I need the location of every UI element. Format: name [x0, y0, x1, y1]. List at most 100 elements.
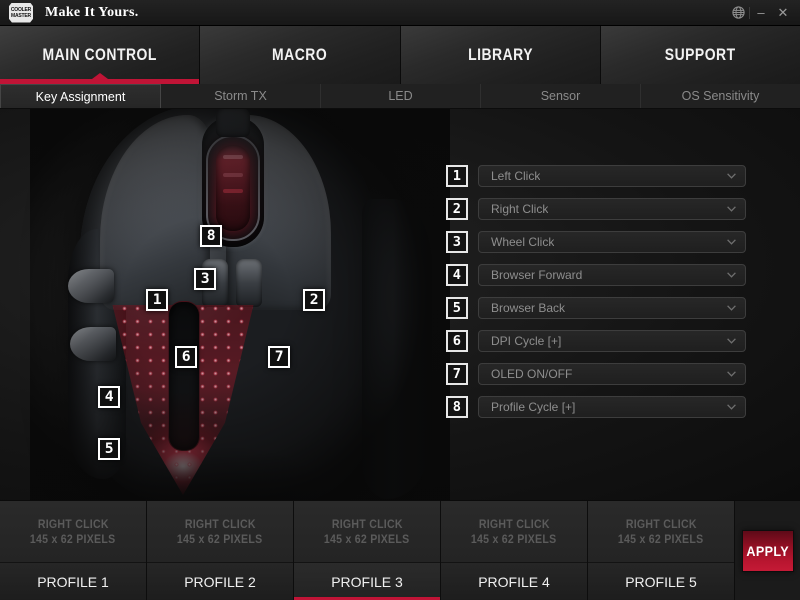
pin-number: 3: [200, 271, 210, 287]
mouse-right-edge: [362, 199, 432, 499]
mouse-pin-6[interactable]: 6: [175, 346, 197, 368]
tab-macro[interactable]: MACRO: [200, 26, 401, 84]
chevron-down-icon: [727, 338, 736, 344]
subtab-os-sensitivity[interactable]: OS Sensitivity: [641, 84, 800, 108]
main-content-area: 12345678 1 Left Click 2 Right Click 3 Wh…: [0, 109, 800, 500]
profile-slot-3[interactable]: RIGHT CLICK 145 x 62 PIXELS PROFILE 3: [294, 501, 441, 600]
pin-number: 4: [104, 389, 114, 405]
profile-thumb-hint-line2: 145 x 62 PIXELS: [177, 531, 263, 546]
sub-tab-bar: Key Assignment Storm TX LED Sensor OS Se…: [0, 84, 800, 109]
subtab-key-assignment[interactable]: Key Assignment: [0, 84, 161, 108]
assignment-badge-1: 1: [446, 165, 468, 187]
assignment-badge-6: 6: [446, 330, 468, 352]
apply-button[interactable]: APPLY: [741, 529, 794, 572]
profile-thumbnail-3[interactable]: RIGHT CLICK 145 x 62 PIXELS: [294, 501, 440, 563]
globe-icon[interactable]: [727, 0, 749, 26]
assignment-value-3: Wheel Click: [491, 235, 555, 249]
subtab-storm-tx[interactable]: Storm TX: [161, 84, 321, 108]
subtab-sensor[interactable]: Sensor: [481, 84, 641, 108]
badge-number: 7: [452, 366, 462, 382]
assignment-value-7: OLED ON/OFF: [491, 367, 573, 381]
profile-thumb-hint-line2: 145 x 62 PIXELS: [618, 531, 704, 546]
minimize-button[interactable]: –: [750, 0, 772, 26]
profile-slot-1[interactable]: RIGHT CLICK 145 x 62 PIXELS PROFILE 1: [0, 501, 147, 600]
assignment-row: 7 OLED ON/OFF: [446, 363, 746, 385]
assignment-dropdown-2[interactable]: Right Click: [478, 198, 746, 220]
profile-thumb-hint-line1: RIGHT CLICK: [331, 516, 403, 531]
cooler-master-logo-icon: COOLER MASTER: [9, 2, 33, 23]
mouse-pin-7[interactable]: 7: [268, 346, 290, 368]
chevron-down-icon: [727, 371, 736, 377]
profile-name-1[interactable]: PROFILE 1: [0, 563, 146, 600]
profile-thumb-hint-line2: 145 x 62 PIXELS: [324, 531, 410, 546]
assignment-row: 6 DPI Cycle [+]: [446, 330, 746, 352]
mouse-pin-4[interactable]: 4: [98, 386, 120, 408]
mouse-side-button-5: [70, 327, 116, 361]
mouse-center-slot: [168, 301, 200, 451]
profile-thumb-hint-line1: RIGHT CLICK: [478, 516, 550, 531]
profile-thumbnail-5[interactable]: RIGHT CLICK 145 x 62 PIXELS: [588, 501, 734, 563]
key-assignment-list: 1 Left Click 2 Right Click 3 Wheel Click…: [446, 165, 746, 429]
assignment-dropdown-5[interactable]: Browser Back: [478, 297, 746, 319]
profile-name-4[interactable]: PROFILE 4: [441, 563, 587, 600]
badge-number: 5: [452, 300, 462, 316]
badge-number: 8: [452, 399, 462, 415]
assignment-value-4: Browser Forward: [491, 268, 583, 282]
subtab-led[interactable]: LED: [321, 84, 481, 108]
profile-thumb-hint-line2: 145 x 62 PIXELS: [30, 531, 116, 546]
chevron-down-icon: [727, 206, 736, 212]
mouse-pin-3[interactable]: 3: [194, 268, 216, 290]
assignment-dropdown-6[interactable]: DPI Cycle [+]: [478, 330, 746, 352]
assignment-value-1: Left Click: [491, 169, 541, 183]
apply-button-label: APPLY: [746, 542, 789, 559]
mouse-pin-8[interactable]: 8: [200, 225, 222, 247]
profile-thumbnail-4[interactable]: RIGHT CLICK 145 x 62 PIXELS: [441, 501, 587, 563]
chevron-down-icon: [727, 272, 736, 278]
window-controls: – ✕: [727, 0, 800, 26]
assignment-value-2: Right Click: [491, 202, 549, 216]
assignment-row: 8 Profile Cycle [+]: [446, 396, 746, 418]
assignment-dropdown-3[interactable]: Wheel Click: [478, 231, 746, 253]
assignment-row: 2 Right Click: [446, 198, 746, 220]
profile-slot-2[interactable]: RIGHT CLICK 145 x 62 PIXELS PROFILE 2: [147, 501, 294, 600]
badge-number: 6: [452, 333, 462, 349]
profile-slot-4[interactable]: RIGHT CLICK 145 x 62 PIXELS PROFILE 4: [441, 501, 588, 600]
assignment-badge-5: 5: [446, 297, 468, 319]
close-button[interactable]: ✕: [772, 0, 794, 26]
profile-name-5[interactable]: PROFILE 5: [588, 563, 734, 600]
assignment-dropdown-4[interactable]: Browser Forward: [478, 264, 746, 286]
pin-number: 7: [274, 349, 284, 365]
pin-number: 2: [309, 292, 319, 308]
assignment-row: 1 Left Click: [446, 165, 746, 187]
application-window: COOLER MASTER Make It Yours. – ✕ MAIN CO…: [0, 0, 800, 600]
app-title: Make It Yours.: [45, 4, 139, 20]
profile-name-2[interactable]: PROFILE 2: [147, 563, 293, 600]
title-bar: COOLER MASTER Make It Yours. – ✕: [0, 0, 800, 26]
mouse-dpi-button-right: [236, 259, 262, 307]
assignment-row: 3 Wheel Click: [446, 231, 746, 253]
chevron-down-icon: [727, 173, 736, 179]
tab-library[interactable]: LIBRARY: [400, 26, 601, 84]
tab-main-control-label: MAIN CONTROL: [42, 45, 157, 64]
assignment-dropdown-7[interactable]: OLED ON/OFF: [478, 363, 746, 385]
assignment-dropdown-1[interactable]: Left Click: [478, 165, 746, 187]
assignment-value-6: DPI Cycle [+]: [491, 334, 562, 348]
tab-support[interactable]: SUPPORT: [600, 26, 800, 84]
mouse-top-button: [216, 109, 250, 137]
mouse-pin-5[interactable]: 5: [98, 438, 120, 460]
mouse-diagram: [30, 109, 450, 500]
profile-thumbnail-1[interactable]: RIGHT CLICK 145 x 62 PIXELS: [0, 501, 146, 563]
tab-macro-label: MACRO: [272, 45, 328, 64]
profile-name-3[interactable]: PROFILE 3: [294, 563, 440, 600]
mouse-pin-1[interactable]: 1: [146, 289, 168, 311]
mouse-side-button-4: [68, 269, 114, 303]
badge-number: 1: [452, 168, 462, 184]
profile-thumb-hint-line1: RIGHT CLICK: [625, 516, 697, 531]
profile-thumbnail-2[interactable]: RIGHT CLICK 145 x 62 PIXELS: [147, 501, 293, 563]
profile-slot-5[interactable]: RIGHT CLICK 145 x 62 PIXELS PROFILE 5: [588, 501, 735, 600]
assignment-dropdown-8[interactable]: Profile Cycle [+]: [478, 396, 746, 418]
apply-area: APPLY: [735, 501, 800, 600]
mouse-pin-2[interactable]: 2: [303, 289, 325, 311]
pin-number: 8: [206, 228, 216, 244]
tab-main-control[interactable]: MAIN CONTROL: [0, 26, 201, 84]
